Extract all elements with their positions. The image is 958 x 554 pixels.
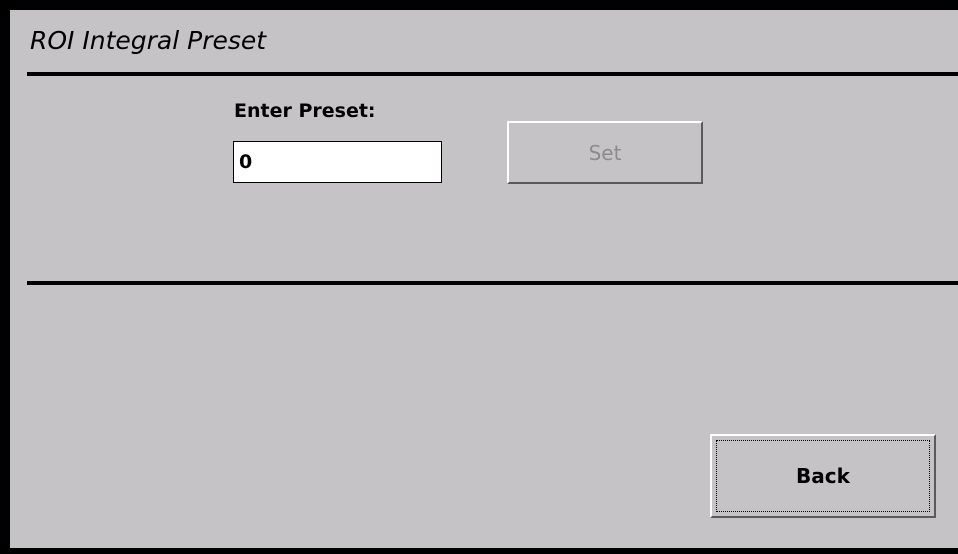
preset-input[interactable] [233, 141, 442, 183]
title-divider [27, 72, 958, 76]
set-button-label: Set [588, 140, 622, 165]
set-button[interactable]: Set [507, 121, 703, 184]
section-divider [27, 281, 958, 285]
focus-ring [716, 440, 930, 512]
preset-label: Enter Preset: [234, 100, 376, 122]
dialog-panel: ROI Integral Preset Enter Preset: Set Ba… [10, 10, 958, 548]
back-button[interactable]: Back [710, 434, 936, 518]
page-title: ROI Integral Preset [30, 26, 267, 55]
